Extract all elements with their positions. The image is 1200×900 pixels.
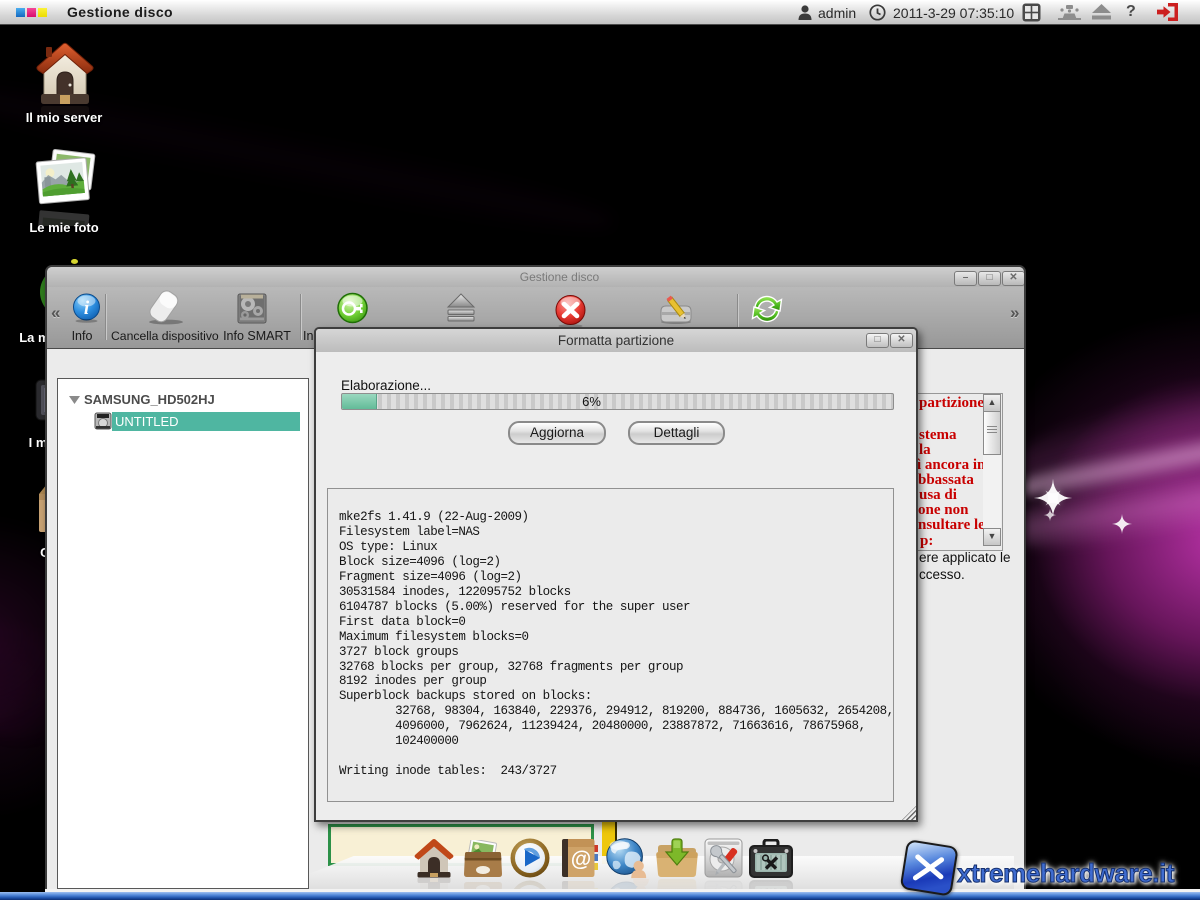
svg-text:@: @ — [571, 848, 591, 871]
svg-text:i: i — [84, 298, 90, 319]
